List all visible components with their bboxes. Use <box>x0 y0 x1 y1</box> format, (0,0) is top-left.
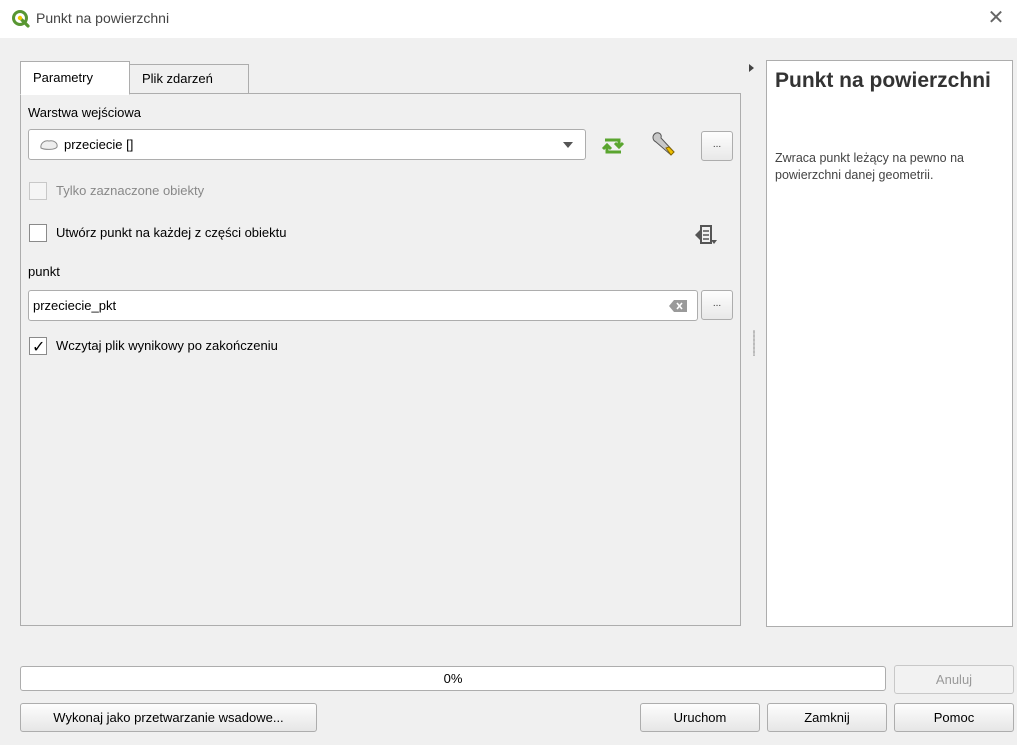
collapse-help-icon[interactable] <box>749 64 754 72</box>
help-panel: Punkt na powierzchni Zwraca punkt leżący… <box>766 60 1013 627</box>
checkmark-icon: ✓ <box>32 339 46 356</box>
selected-only-label: Tylko zaznaczone obiekty <box>56 183 205 198</box>
input-layer-options-button[interactable]: ... <box>701 131 733 161</box>
cancel-button[interactable]: Anuluj <box>894 665 1014 694</box>
clear-icon[interactable] <box>669 300 687 312</box>
parameters-panel: Warstwa wejściowa przeciecie [] ... Tylk… <box>20 93 741 626</box>
help-description: Zwraca punkt leżący na pewno na powierzc… <box>775 151 964 182</box>
data-defined-override-icon[interactable] <box>691 221 719 249</box>
close-button[interactable]: Zamknij <box>767 703 887 732</box>
chevron-down-icon <box>563 142 573 148</box>
output-field[interactable]: przeciecie_pkt <box>28 290 698 321</box>
tab-parametry[interactable]: Parametry <box>20 61 130 95</box>
progress-text: 0% <box>443 671 463 686</box>
splitter-handle[interactable] <box>753 330 755 356</box>
load-result-checkbox[interactable]: ✓ <box>29 337 47 356</box>
output-label: punkt <box>28 264 60 279</box>
batch-process-button[interactable]: Wykonaj jako przetwarzanie wsadowe... <box>20 703 317 732</box>
polygon-layer-icon <box>40 140 58 150</box>
load-result-label: Wczytaj plik wynikowy po zakończeniu <box>56 338 278 353</box>
input-layer-value: przeciecie [] <box>64 137 134 152</box>
title-bar: Punkt na powierzchni ✕ <box>0 0 1017 38</box>
iterate-icon[interactable] <box>599 132 627 160</box>
tab-plik-zdarzen[interactable]: Plik zdarzeń <box>129 64 249 94</box>
each-part-checkbox[interactable] <box>29 224 47 242</box>
wrench-icon[interactable] <box>649 130 677 158</box>
progress-bar: 0% <box>20 666 886 691</box>
qgis-logo-icon <box>12 10 30 28</box>
help-title: Punkt na powierzchni <box>775 69 991 92</box>
each-part-label: Utwórz punkt na każdej z części obiektu <box>56 225 287 240</box>
close-icon[interactable]: ✕ <box>983 6 1009 32</box>
input-layer-combo[interactable]: przeciecie [] <box>28 129 586 160</box>
selected-only-checkbox[interactable] <box>29 182 47 200</box>
help-button[interactable]: Pomoc <box>894 703 1014 732</box>
window-title: Punkt na powierzchni <box>36 10 170 26</box>
input-layer-label: Warstwa wejściowa <box>28 105 141 120</box>
run-button[interactable]: Uruchom <box>640 703 760 732</box>
output-value: przeciecie_pkt <box>33 298 117 313</box>
output-options-button[interactable]: ... <box>701 290 733 320</box>
